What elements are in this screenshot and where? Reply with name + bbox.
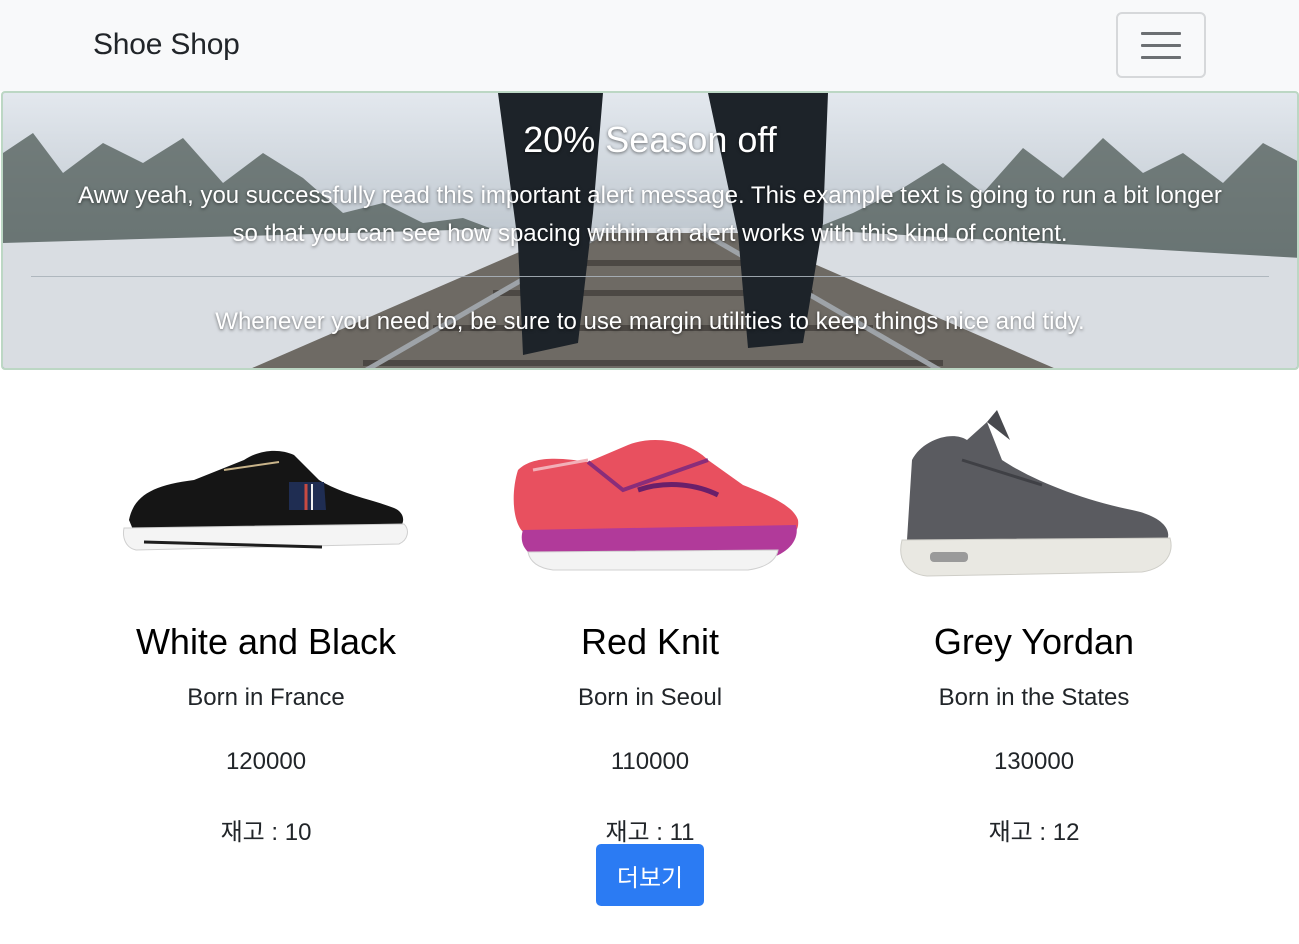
product-stock: 재고 : 11 — [605, 819, 695, 846]
navbar: Shoe Shop — [0, 0, 1299, 91]
product-stock: 재고 : 10 — [220, 819, 312, 846]
product-origin: Born in France — [187, 684, 345, 711]
grey-hightop-sneaker-image — [842, 400, 1226, 595]
season-banner: 20% Season off Aww yeah, you successfull… — [1, 91, 1299, 370]
banner-text: Aww yeah, you successfully read this imp… — [78, 182, 1222, 247]
product-name: Red Knit — [580, 621, 720, 662]
product-price: 110000 — [610, 748, 690, 775]
product-origin: Born in Seoul — [577, 684, 723, 711]
product-card[interactable]: Red Knit Born in Seoul 110000 재고 : 11 — [458, 400, 842, 846]
product-card[interactable]: White and Black Born in France 120000 재고… — [74, 400, 458, 846]
navbar-toggle-button[interactable] — [1116, 12, 1206, 78]
product-stock: 재고 : 12 — [988, 819, 1080, 846]
hamburger-menu-icon-bar — [1141, 55, 1181, 59]
banner-title: 20% Season off — [523, 119, 777, 160]
product-price: 120000 — [225, 748, 307, 775]
hamburger-menu-icon-bar — [1141, 43, 1181, 47]
product-price: 130000 — [993, 748, 1075, 775]
brand-link[interactable]: Shoe Shop — [93, 28, 240, 62]
banner-note: Whenever you need to, be sure to use mar… — [215, 308, 1085, 335]
banner-divider — [31, 276, 1269, 277]
more-button[interactable]: 더보기 — [596, 844, 704, 906]
red-running-shoe-image — [458, 400, 842, 595]
product-name: Grey Yordan — [933, 621, 1135, 662]
product-origin: Born in the States — [938, 684, 1130, 711]
black-sneaker-image — [74, 400, 458, 595]
product-card[interactable]: Grey Yordan Born in the States 130000 재고… — [842, 400, 1226, 846]
product-name: White and Black — [135, 621, 397, 662]
hamburger-menu-icon — [1141, 31, 1181, 35]
